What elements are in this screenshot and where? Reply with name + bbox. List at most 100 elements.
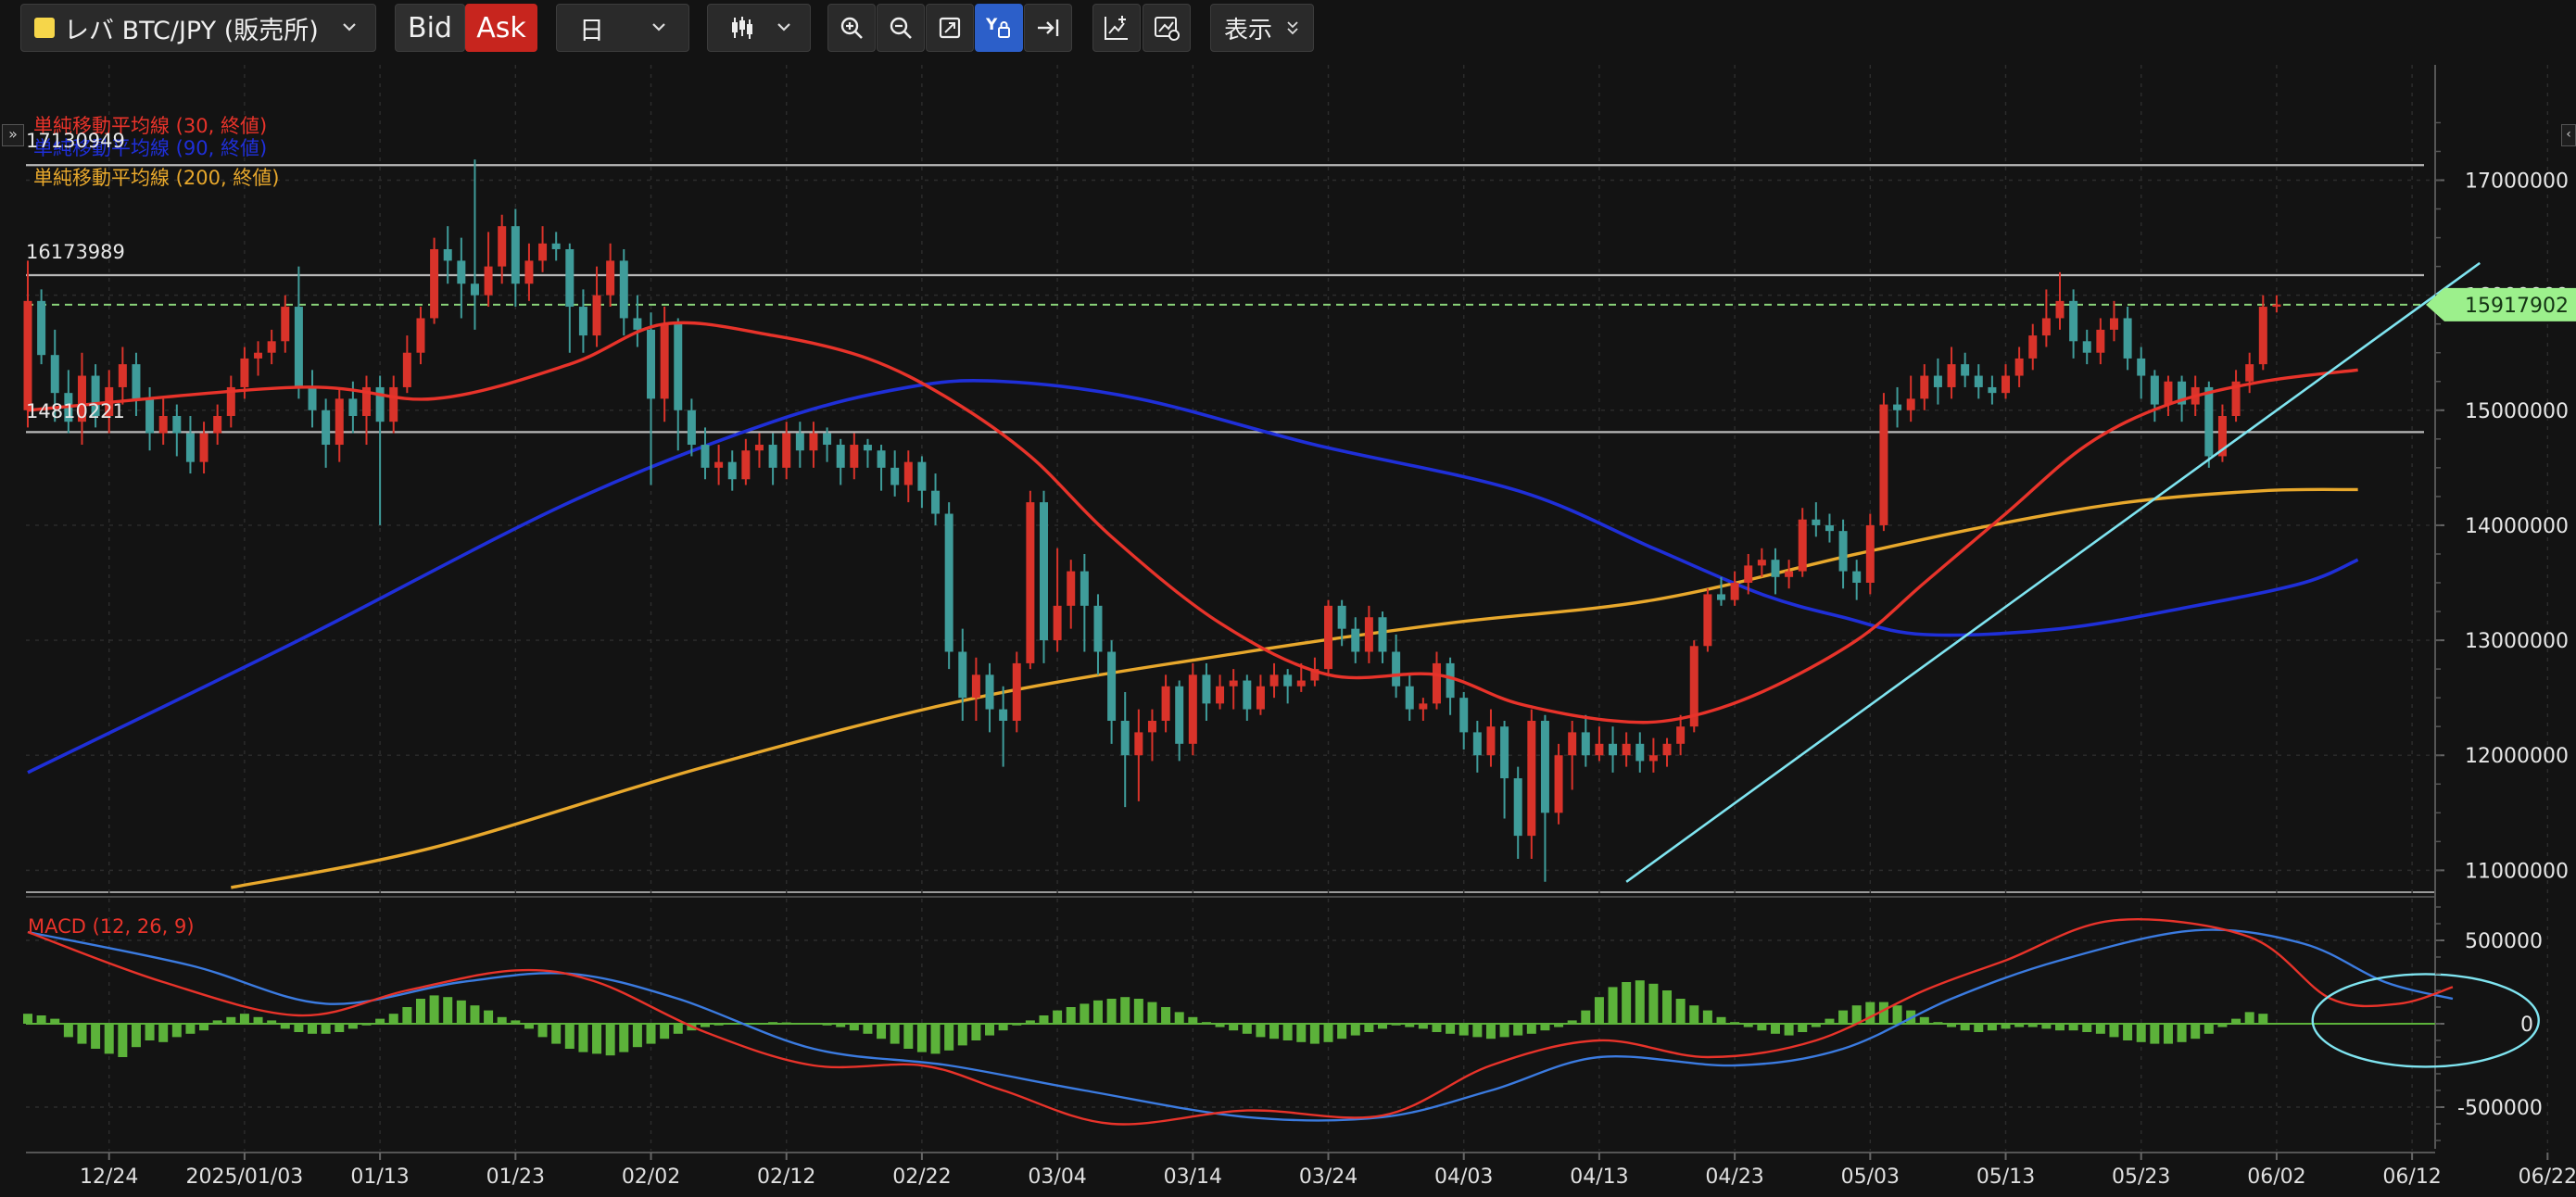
candle (1405, 674, 1414, 721)
macd-histogram-bar (592, 1024, 602, 1054)
candle-body (308, 386, 317, 410)
candle-body (1635, 743, 1645, 762)
candle (903, 450, 913, 503)
candle-body (457, 260, 466, 284)
candle (389, 375, 398, 434)
candle (1893, 386, 1902, 428)
macd-histogram-bar (1554, 1024, 1564, 1027)
candle (1852, 560, 1862, 600)
chart-area[interactable]: 12/24 2025/01/03 01/13 01/23 02/02 02/12 02/22… (0, 59, 2576, 1197)
candle-body (2028, 335, 2038, 359)
candle-body (375, 386, 385, 422)
candle (917, 456, 927, 509)
candle-body (213, 415, 222, 434)
macd-histogram-bar (145, 1024, 155, 1040)
fit-button[interactable] (926, 4, 974, 52)
candle-body (917, 461, 927, 491)
macd-histogram-bar (158, 1024, 169, 1042)
macd-histogram-bar (1513, 1024, 1523, 1036)
candle-body (1961, 364, 1970, 376)
candle-body (606, 260, 615, 296)
candle (2055, 271, 2065, 330)
draw-tools-button[interactable] (1143, 4, 1191, 52)
macd-histogram-bar (1811, 1024, 1821, 1027)
candle (1988, 375, 1997, 405)
display-select[interactable]: 表示 (1210, 4, 1314, 52)
candle-body (1771, 560, 1780, 577)
macd-histogram-bar (551, 1024, 562, 1044)
candle (1432, 651, 1441, 710)
chevron-down-icon (1285, 19, 1300, 36)
macd-histogram-bar (524, 1024, 534, 1029)
add-indicator-icon (1102, 13, 1131, 43)
zoom-out-icon (887, 14, 915, 42)
candle-body (1933, 375, 1942, 387)
candle-body (1337, 605, 1346, 629)
y-axis-lock-icon: Y (984, 13, 1014, 43)
candle (267, 329, 276, 365)
candle-body (1974, 375, 1983, 387)
candle-body (1838, 531, 1848, 572)
candle-body (1243, 680, 1252, 710)
candle (1120, 691, 1130, 808)
candle-body (470, 284, 479, 296)
x-tick-label: 03/24 (1299, 1166, 1357, 1189)
macd-histogram-bar (91, 1024, 101, 1049)
candle (2231, 370, 2241, 422)
macd-histogram-bar (1446, 1024, 1456, 1034)
candle (619, 248, 628, 336)
period-select[interactable]: 日 (556, 4, 689, 52)
candle-body (1893, 404, 1902, 410)
macd-histogram-bar (1269, 1024, 1280, 1040)
candle (335, 386, 344, 462)
candle-body (999, 709, 1008, 721)
candle-body (836, 445, 845, 468)
add-indicator-button[interactable] (1092, 4, 1141, 52)
candle-body (240, 358, 249, 387)
symbol-label: レバ BTC/JPY (販売所) (64, 16, 319, 45)
macd-histogram-bar (375, 1018, 385, 1024)
zoom-in-button[interactable] (827, 4, 876, 52)
candle-body (1080, 571, 1089, 606)
expand-panel-left-icon[interactable]: » (2, 124, 24, 146)
draw-tools-icon (1152, 13, 1181, 43)
zoom-out-button[interactable] (877, 4, 925, 52)
candle-body (850, 445, 859, 468)
macd-histogram-bar (2163, 1024, 2173, 1044)
candle-body (1798, 519, 1807, 572)
candle (1053, 548, 1062, 652)
macd-histogram-bar (1025, 1020, 1035, 1024)
candle-body (443, 248, 452, 261)
candle (1147, 709, 1156, 762)
candle-body (430, 248, 439, 319)
candle-body (1540, 720, 1549, 813)
candle (687, 398, 696, 457)
chart-type-select[interactable] (707, 4, 811, 52)
chart-canvas[interactable]: 12/24 2025/01/03 01/13 01/23 02/02 02/12 02/22… (0, 59, 2576, 1197)
macd-histogram-bar (619, 1024, 629, 1052)
macd-histogram-bar (1053, 1010, 1063, 1024)
candlestick-icon (728, 14, 756, 42)
candle-body (1717, 594, 1725, 600)
macd-histogram-bar (727, 1024, 738, 1025)
macd-histogram-bar (1147, 1002, 1157, 1024)
candle (1771, 548, 1780, 595)
candle (1459, 691, 1469, 750)
candle (172, 404, 182, 457)
candle-body (185, 433, 195, 462)
ask-button[interactable]: Ask (465, 4, 537, 52)
trendline-layer[interactable] (1625, 261, 2481, 883)
sma200-legend: 単純移動平均線 (200, 終値) (33, 167, 280, 189)
y-axis-lock-button[interactable]: Y (975, 4, 1023, 52)
expand-panel-right-icon[interactable]: ‹ (2561, 124, 2576, 146)
macd-histogram-bar (2109, 1024, 2119, 1038)
scroll-to-latest-button[interactable] (1024, 4, 1072, 52)
candle-body (1879, 404, 1888, 525)
candle-body (1730, 583, 1739, 600)
candle-body (1812, 519, 1821, 525)
candle (132, 352, 141, 416)
bid-button[interactable]: Bid (395, 4, 465, 52)
candle (402, 335, 411, 394)
candle-body (484, 266, 493, 296)
symbol-select[interactable]: レバ BTC/JPY (販売所) (20, 4, 376, 52)
